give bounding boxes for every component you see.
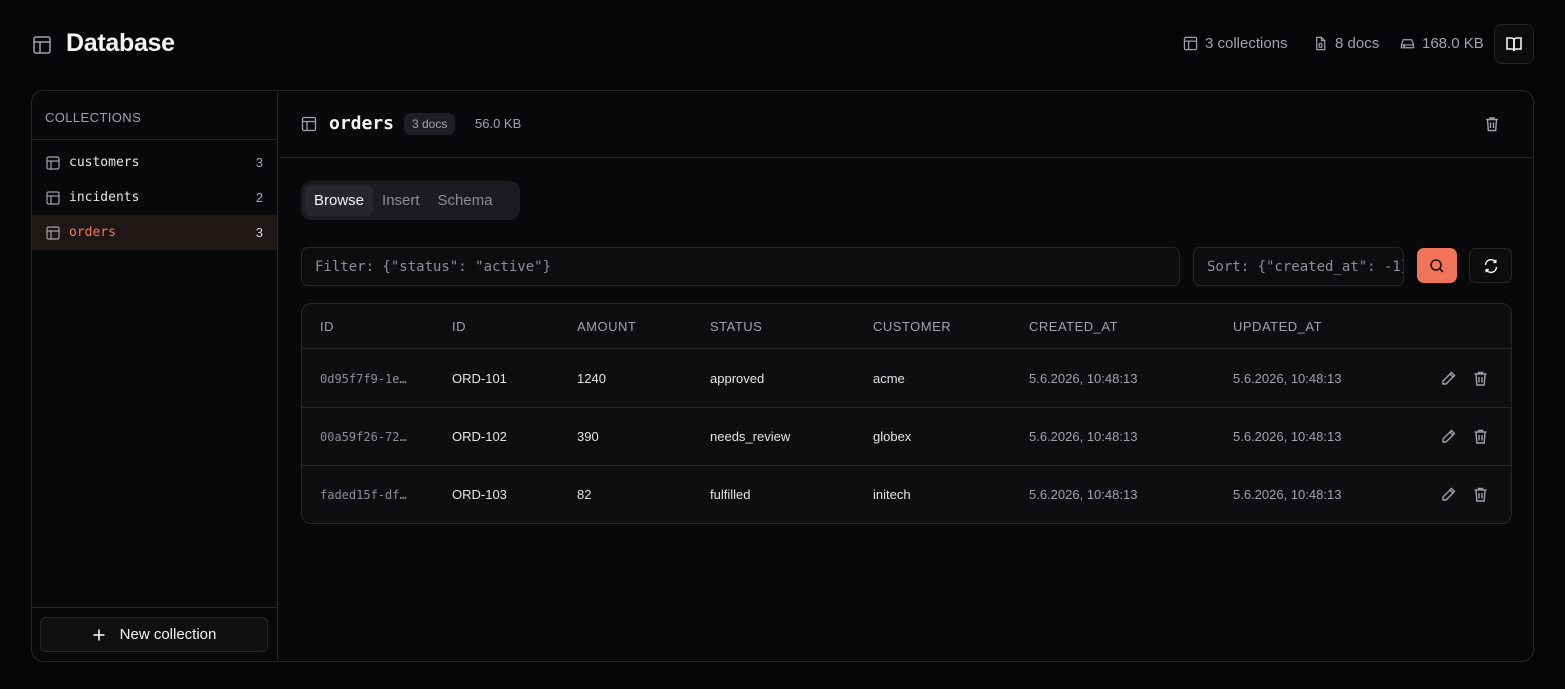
cell-id: ORD-103 — [452, 487, 507, 502]
pencil-icon[interactable] — [1440, 370, 1457, 387]
collections-heading: COLLECTIONS — [45, 110, 142, 125]
column-header: STATUS — [710, 319, 763, 334]
file-icon — [1316, 36, 1326, 51]
collection-name: orders — [69, 225, 116, 240]
cell-updated-at: 5.6.2026, 10:48:13 — [1233, 487, 1342, 502]
cell-uid: faded15f-df… — [320, 488, 407, 502]
search-button[interactable] — [1417, 248, 1457, 283]
collections-stat: 3 collections — [1183, 35, 1288, 52]
column-header: UPDATED_AT — [1233, 319, 1323, 334]
cell-created-at: 5.6.2026, 10:48:13 — [1029, 429, 1138, 444]
tab-insert[interactable]: Insert — [373, 185, 429, 216]
book-open-icon — [1506, 37, 1522, 52]
documents-table: ID ID AMOUNT STATUS CUSTOMER CREATED_AT … — [301, 303, 1512, 524]
tab-browse[interactable]: Browse — [305, 185, 374, 216]
divider — [32, 139, 277, 140]
table-icon — [46, 190, 60, 205]
cell-updated-at: 5.6.2026, 10:48:13 — [1233, 371, 1342, 386]
refresh-icon — [1484, 258, 1497, 273]
collection-count: 3 — [255, 225, 263, 240]
docs-stat: 8 docs — [1313, 35, 1379, 52]
tab-schema[interactable]: Schema — [429, 185, 502, 216]
sidebar-item-incidents[interactable]: incidents 2 — [32, 180, 277, 215]
table-row: 0d95f7f9-1e… ORD-101 1240 approved acme … — [302, 350, 1511, 408]
page-title: Database — [66, 29, 175, 57]
table-icon — [46, 155, 60, 170]
collection-title: orders — [329, 113, 395, 134]
collections-sidebar: COLLECTIONS customers 3 incidents 2 orde… — [32, 91, 278, 661]
collection-count: 2 — [255, 190, 263, 205]
cell-uid: 00a59f26-72… — [320, 430, 407, 444]
docs-button[interactable] — [1494, 24, 1534, 64]
new-collection-label: New collection — [119, 626, 217, 643]
column-header: ID — [452, 319, 466, 334]
trash-icon[interactable] — [1472, 370, 1489, 387]
sort-input[interactable]: Sort: {"created_at": -1} — [1193, 247, 1404, 286]
column-header: AMOUNT — [577, 319, 637, 334]
cell-status: fulfilled — [710, 487, 751, 502]
table-header: ID ID AMOUNT STATUS CUSTOMER CREATED_AT … — [302, 304, 1511, 349]
view-tabs: Browse Insert Schema — [301, 181, 520, 220]
sidebar-item-customers[interactable]: customers 3 — [32, 145, 277, 180]
table-icon — [1183, 36, 1198, 51]
collection-size: 56.0 KB — [475, 116, 522, 131]
filter-input[interactable]: Filter: {"status": "active"} — [301, 247, 1180, 286]
table-row: faded15f-df… ORD-103 82 fulfilled initec… — [302, 466, 1511, 523]
trash-icon[interactable] — [1483, 115, 1501, 133]
search-icon — [1430, 258, 1444, 273]
size-stat: 168.0 KB — [1400, 35, 1484, 52]
table-icon — [46, 225, 60, 240]
cell-id: ORD-101 — [452, 371, 507, 386]
table-icon — [301, 116, 317, 132]
collection-header: orders 3 docs 56.0 KB — [279, 91, 1533, 158]
cell-status: approved — [710, 371, 765, 386]
table-icon — [33, 36, 51, 54]
cell-amount: 82 — [577, 487, 592, 502]
cell-customer: globex — [873, 429, 912, 444]
docs-badge: 3 docs — [404, 113, 456, 135]
cell-customer: acme — [873, 371, 905, 386]
sidebar-item-orders[interactable]: orders 3 — [32, 215, 277, 250]
column-header: CUSTOMER — [873, 319, 952, 334]
cell-status: needs_review — [710, 429, 791, 444]
new-collection-button[interactable]: New collection — [40, 617, 268, 652]
cell-amount: 1240 — [577, 371, 606, 386]
pencil-icon[interactable] — [1440, 486, 1457, 503]
collection-name: incidents — [69, 190, 140, 205]
trash-icon[interactable] — [1472, 428, 1489, 445]
plus-icon — [93, 629, 105, 640]
column-header: ID — [320, 319, 334, 334]
collection-content: orders 3 docs 56.0 KB Browse Insert Sche… — [279, 91, 1533, 661]
cell-uid: 0d95f7f9-1e… — [320, 372, 407, 386]
collection-name: customers — [69, 155, 140, 170]
cell-amount: 390 — [577, 429, 599, 444]
hard-drive-icon — [1400, 39, 1415, 49]
trash-icon[interactable] — [1472, 486, 1489, 503]
cell-created-at: 5.6.2026, 10:48:13 — [1029, 371, 1138, 386]
collections-count: 3 collections — [1205, 35, 1288, 52]
storage-size: 168.0 KB — [1422, 35, 1484, 52]
cell-customer: initech — [873, 487, 911, 502]
cell-updated-at: 5.6.2026, 10:48:13 — [1233, 429, 1342, 444]
cell-created-at: 5.6.2026, 10:48:13 — [1029, 487, 1138, 502]
database-panel: COLLECTIONS customers 3 incidents 2 orde… — [31, 90, 1534, 662]
divider — [32, 607, 277, 608]
collection-count: 3 — [255, 155, 263, 170]
table-row: 00a59f26-72… ORD-102 390 needs_review gl… — [302, 408, 1511, 466]
column-header: CREATED_AT — [1029, 319, 1119, 334]
pencil-icon[interactable] — [1440, 428, 1457, 445]
page-header: Database 3 collections 8 docs 168.0 KB — [0, 0, 1565, 90]
refresh-button[interactable] — [1469, 248, 1512, 283]
docs-count: 8 docs — [1335, 35, 1380, 52]
cell-id: ORD-102 — [452, 429, 507, 444]
